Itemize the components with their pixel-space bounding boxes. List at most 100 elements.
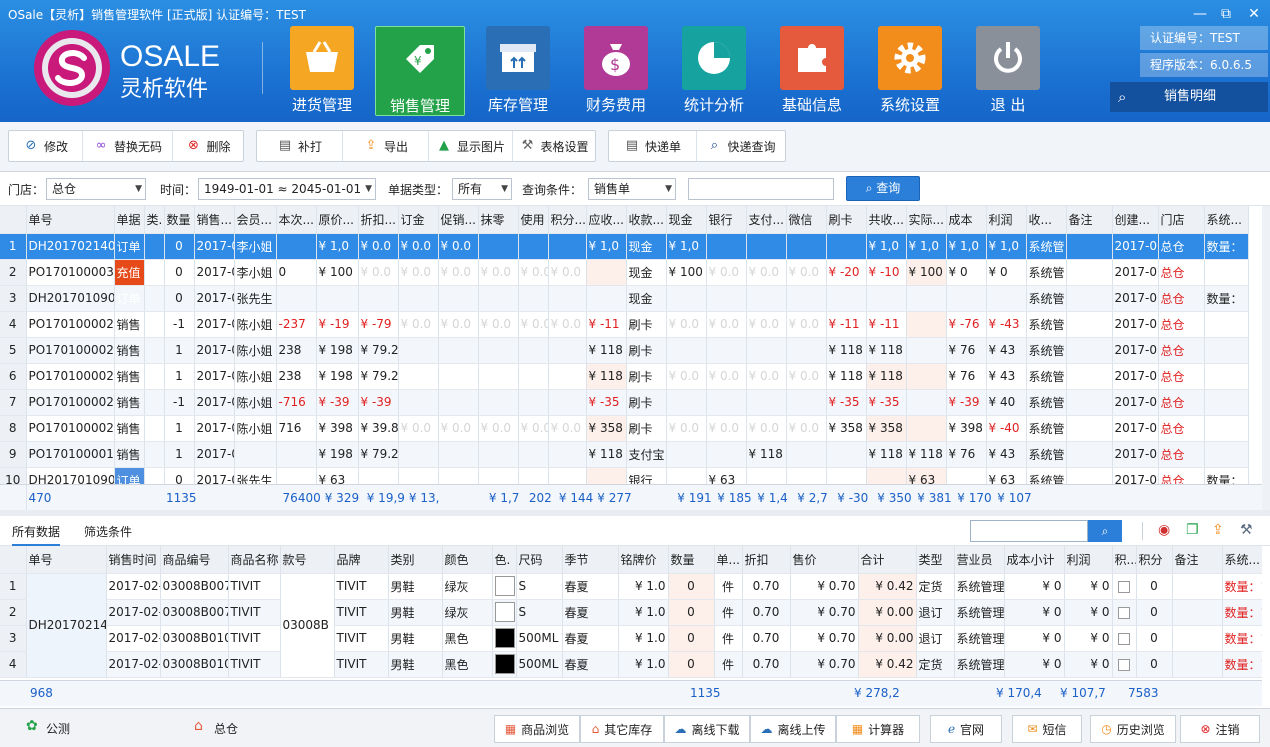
nav-exit[interactable]: 退 出 [968, 26, 1048, 116]
table-settings-button[interactable]: ⚒ 表格设置 [513, 131, 595, 161]
column-header[interactable]: 商品编号 [160, 546, 229, 574]
table-row[interactable]: 1DH20170214000订单02017-0李小姐¥ 1,0¥ 0.0¥ 0.… [0, 233, 1249, 260]
column-header[interactable]: 成本 [946, 206, 987, 234]
nav-basic-info[interactable]: 基础信息 [772, 26, 852, 116]
column-header[interactable]: 销售... [194, 206, 235, 234]
column-header[interactable]: 银行 [706, 206, 747, 234]
store-select[interactable]: 总仓 ▼ [46, 178, 146, 200]
column-header[interactable]: 门店 [1158, 206, 1205, 234]
nav-settings[interactable]: 系统设置 [870, 26, 950, 116]
express-button[interactable]: ▤ 快递单 [609, 131, 697, 161]
copy-icon[interactable]: ❐ [1186, 522, 1199, 538]
column-header[interactable]: 系统... [1204, 206, 1249, 234]
column-header[interactable]: 应收... [586, 206, 627, 234]
column-header[interactable]: 折扣... [358, 206, 399, 234]
nav-purchase[interactable]: 进货管理 [282, 26, 362, 116]
close-icon[interactable]: ✕ [1242, 4, 1266, 24]
column-header[interactable]: 尺码 [516, 546, 563, 574]
column-header[interactable]: 原价... [316, 206, 359, 234]
column-header[interactable]: 合计 [858, 546, 917, 574]
column-header[interactable]: 积分... [548, 206, 587, 234]
nav-sales[interactable]: ¥ 销售管理 [375, 26, 465, 116]
column-header[interactable]: 商品名称 [228, 546, 281, 574]
column-header[interactable]: 备注 [1172, 546, 1223, 574]
column-header[interactable]: 颜色 [442, 546, 493, 574]
show-image-button[interactable]: ▲ 显示图片 [429, 131, 513, 161]
column-header[interactable]: 数量 [164, 206, 195, 234]
table-row[interactable]: 2 2017-02- 03008B007 TIVIT TIVIT 男鞋 绿灰 S 春夏 ¥ 1.0… [0, 599, 1262, 626]
reprint-button[interactable]: ▤ 补打 [257, 131, 343, 161]
upload-icon[interactable]: ⇪ [1212, 522, 1224, 538]
column-header[interactable]: 会员... [234, 206, 277, 234]
column-header[interactable]: 抹零 [478, 206, 519, 234]
detail-search-button[interactable]: ⌕ [1088, 520, 1122, 542]
query-input[interactable] [688, 178, 834, 200]
column-header[interactable]: 类别 [388, 546, 443, 574]
column-header[interactable]: 订金 [398, 206, 439, 234]
table-row[interactable]: 1DH20170214002017-02-03008B007TIVIT03008… [0, 573, 1262, 678]
logout-button[interactable]: ⊗ 注销 [1180, 715, 1260, 743]
column-header[interactable]: 现金 [666, 206, 707, 234]
table-row[interactable]: 8PO17010000210销售12017-0陈小姐716¥ 398¥ 39.8… [0, 415, 1249, 442]
eye-icon[interactable]: ◉ [1158, 522, 1170, 538]
table-row[interactable]: 5PO17010000260销售12017-0陈小姐238¥ 198¥ 79.2… [0, 337, 1249, 364]
calculator-button[interactable]: ▦ 计算器 [836, 715, 920, 743]
announce-label[interactable]: 公测 [46, 720, 70, 737]
column-header[interactable]: 利润 [1064, 546, 1113, 574]
offline-download-button[interactable]: ☁ 离线下载 [664, 715, 750, 743]
offline-upload-button[interactable]: ☁ 离线上传 [750, 715, 836, 743]
nav-finance[interactable]: $ 财务费用 [576, 26, 656, 116]
maximize-icon[interactable]: ⧉ [1214, 4, 1238, 24]
checkbox[interactable] [1118, 658, 1130, 671]
condition-select[interactable]: 销售单 ▼ [588, 178, 676, 200]
column-header[interactable]: 创建... [1112, 206, 1159, 234]
column-header[interactable]: 收款... [626, 206, 667, 234]
column-header[interactable]: 积... [1112, 546, 1137, 574]
tab-all-data[interactable]: 所有数据 [12, 523, 61, 546]
vertical-scrollbar[interactable] [1262, 206, 1270, 510]
table-row[interactable]: 4 2017-02- 03008B010 TIVIT TIVIT 男鞋 黑色 500ML 春夏 ¥… [0, 651, 1262, 678]
column-header[interactable]: 支付... [746, 206, 787, 234]
column-header[interactable]: 积分 [1136, 546, 1173, 574]
column-header[interactable]: 款号 [280, 546, 335, 574]
query-button[interactable]: ⌕ 查询 [846, 176, 920, 201]
other-stock-button[interactable]: ⌂ 其它库存 [580, 715, 664, 743]
sales-detail-button[interactable]: ⌕ 销售明细 [1110, 82, 1268, 112]
column-header[interactable]: 类. [144, 206, 165, 234]
column-header[interactable]: 单据 [114, 206, 145, 234]
column-header[interactable]: 备注 [1066, 206, 1113, 234]
table-row[interactable]: 4PO17010000280销售-12017-0陈小姐-237¥ -19¥ -7… [0, 311, 1249, 338]
history-button[interactable]: ◷ 历史浏览 [1090, 715, 1176, 743]
checkbox[interactable] [1118, 580, 1130, 593]
table-row[interactable]: 6PO17010000250销售12017-0陈小姐238¥ 198¥ 79.2… [0, 363, 1249, 390]
replace-barcode-button[interactable]: ∞ 替换无码 [83, 131, 173, 161]
column-header[interactable]: 促销... [438, 206, 479, 234]
edit-button[interactable]: ⊘ 修改 [9, 131, 83, 161]
column-header[interactable]: 使用 [518, 206, 549, 234]
column-header[interactable]: 营业员 [954, 546, 1005, 574]
table-row[interactable]: 3 2017-02- 03008B010 TIVIT TIVIT 男鞋 黑色 500ML 春夏 ¥… [0, 625, 1262, 652]
column-header[interactable]: 铭牌价 [618, 546, 669, 574]
checkbox[interactable] [1118, 606, 1130, 619]
column-header[interactable]: 微信 [786, 206, 827, 234]
delete-button[interactable]: ⊗ 删除 [173, 131, 243, 161]
column-header[interactable]: 本次... [276, 206, 317, 234]
column-header[interactable]: 售价 [790, 546, 859, 574]
nav-statistics[interactable]: 统计分析 [674, 26, 754, 116]
export-button[interactable]: ⇪ 导出 [343, 131, 429, 161]
table-row[interactable]: 3DH20170109000订单02017-0张先生现金系统管2017-0总仓数… [0, 285, 1249, 312]
doc-type-select[interactable]: 所有 ▼ [452, 178, 512, 200]
column-header[interactable]: 季节 [562, 546, 619, 574]
nav-inventory[interactable]: 库存管理 [478, 26, 558, 116]
table-row[interactable]: 2PO17010000320充值02017-0李小姐0¥ 100¥ 0.0¥ 0… [0, 259, 1249, 286]
product-browse-button[interactable]: ▦ 商品浏览 [494, 715, 580, 743]
column-header[interactable]: 折扣 [742, 546, 791, 574]
tab-filter-conditions[interactable]: 筛选条件 [84, 523, 132, 540]
column-header[interactable]: 单号 [26, 546, 107, 574]
minimize-icon[interactable]: — [1188, 4, 1212, 24]
sms-button[interactable]: ✉ 短信 [1012, 715, 1082, 743]
column-header[interactable]: 色. [492, 546, 517, 574]
column-header[interactable]: 销售时间 [106, 546, 161, 574]
column-header[interactable]: 系统... [1222, 546, 1262, 574]
table-row[interactable]: 10DH20170109000订单02017-0张先生¥ 63银行¥ 63¥ 6… [0, 467, 1249, 484]
